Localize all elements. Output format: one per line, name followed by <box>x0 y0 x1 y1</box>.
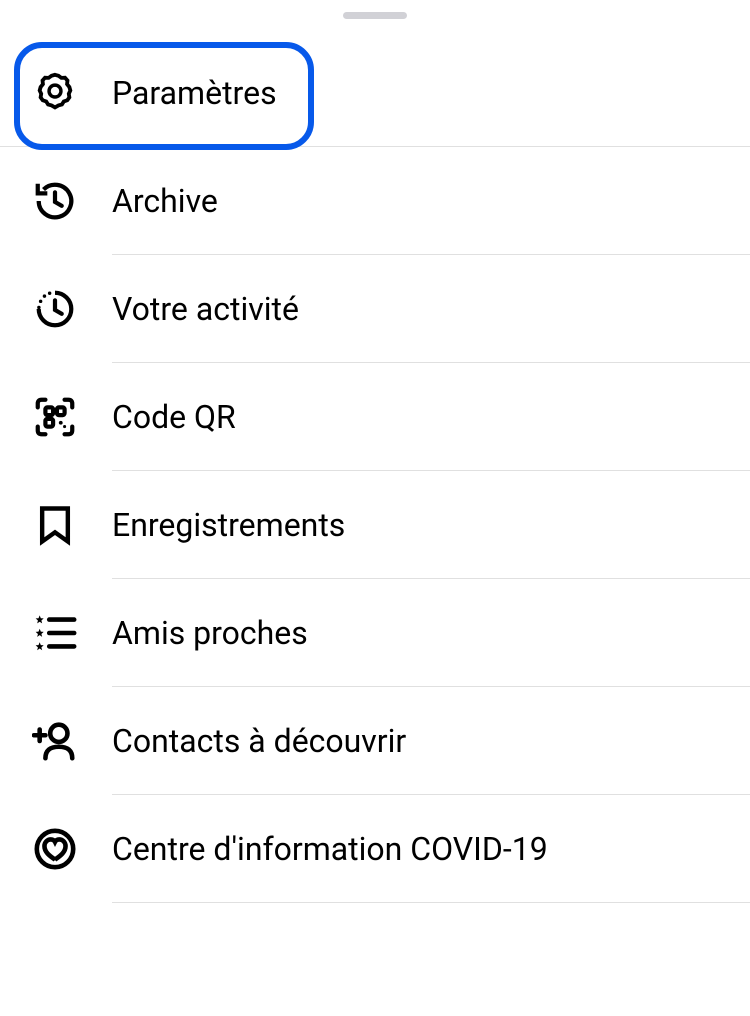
menu-item-close-friends[interactable]: Amis proches <box>0 579 750 687</box>
covid-info-icon <box>32 826 78 872</box>
archive-icon <box>32 178 78 224</box>
menu-item-label: Centre d'information COVID-19 <box>112 830 548 868</box>
menu-item-covid[interactable]: Centre d'information COVID-19 <box>0 795 750 903</box>
menu-list: Paramètres Archive <box>0 39 750 903</box>
menu-item-settings[interactable]: Paramètres <box>0 39 750 147</box>
gear-icon <box>32 70 78 116</box>
menu-item-discover[interactable]: Contacts à découvrir <box>0 687 750 795</box>
close-friends-icon <box>32 610 78 656</box>
menu-sheet: Paramètres Archive <box>0 0 750 903</box>
discover-people-icon <box>32 718 78 764</box>
menu-item-activity[interactable]: Votre activité <box>0 255 750 363</box>
menu-item-label: Contacts à découvrir <box>112 722 406 760</box>
qr-icon <box>32 394 78 440</box>
menu-item-label: Paramètres <box>112 74 277 112</box>
sheet-handle[interactable] <box>343 12 407 19</box>
menu-item-label: Archive <box>112 182 218 220</box>
menu-item-saved[interactable]: Enregistrements <box>0 471 750 579</box>
activity-icon <box>32 286 78 332</box>
menu-item-archive[interactable]: Archive <box>0 147 750 255</box>
menu-item-label: Enregistrements <box>112 506 345 544</box>
menu-item-label: Code QR <box>112 398 236 436</box>
bookmark-icon <box>32 502 78 548</box>
menu-item-qr[interactable]: Code QR <box>0 363 750 471</box>
menu-item-label: Votre activité <box>112 290 299 328</box>
menu-item-label: Amis proches <box>112 614 308 652</box>
